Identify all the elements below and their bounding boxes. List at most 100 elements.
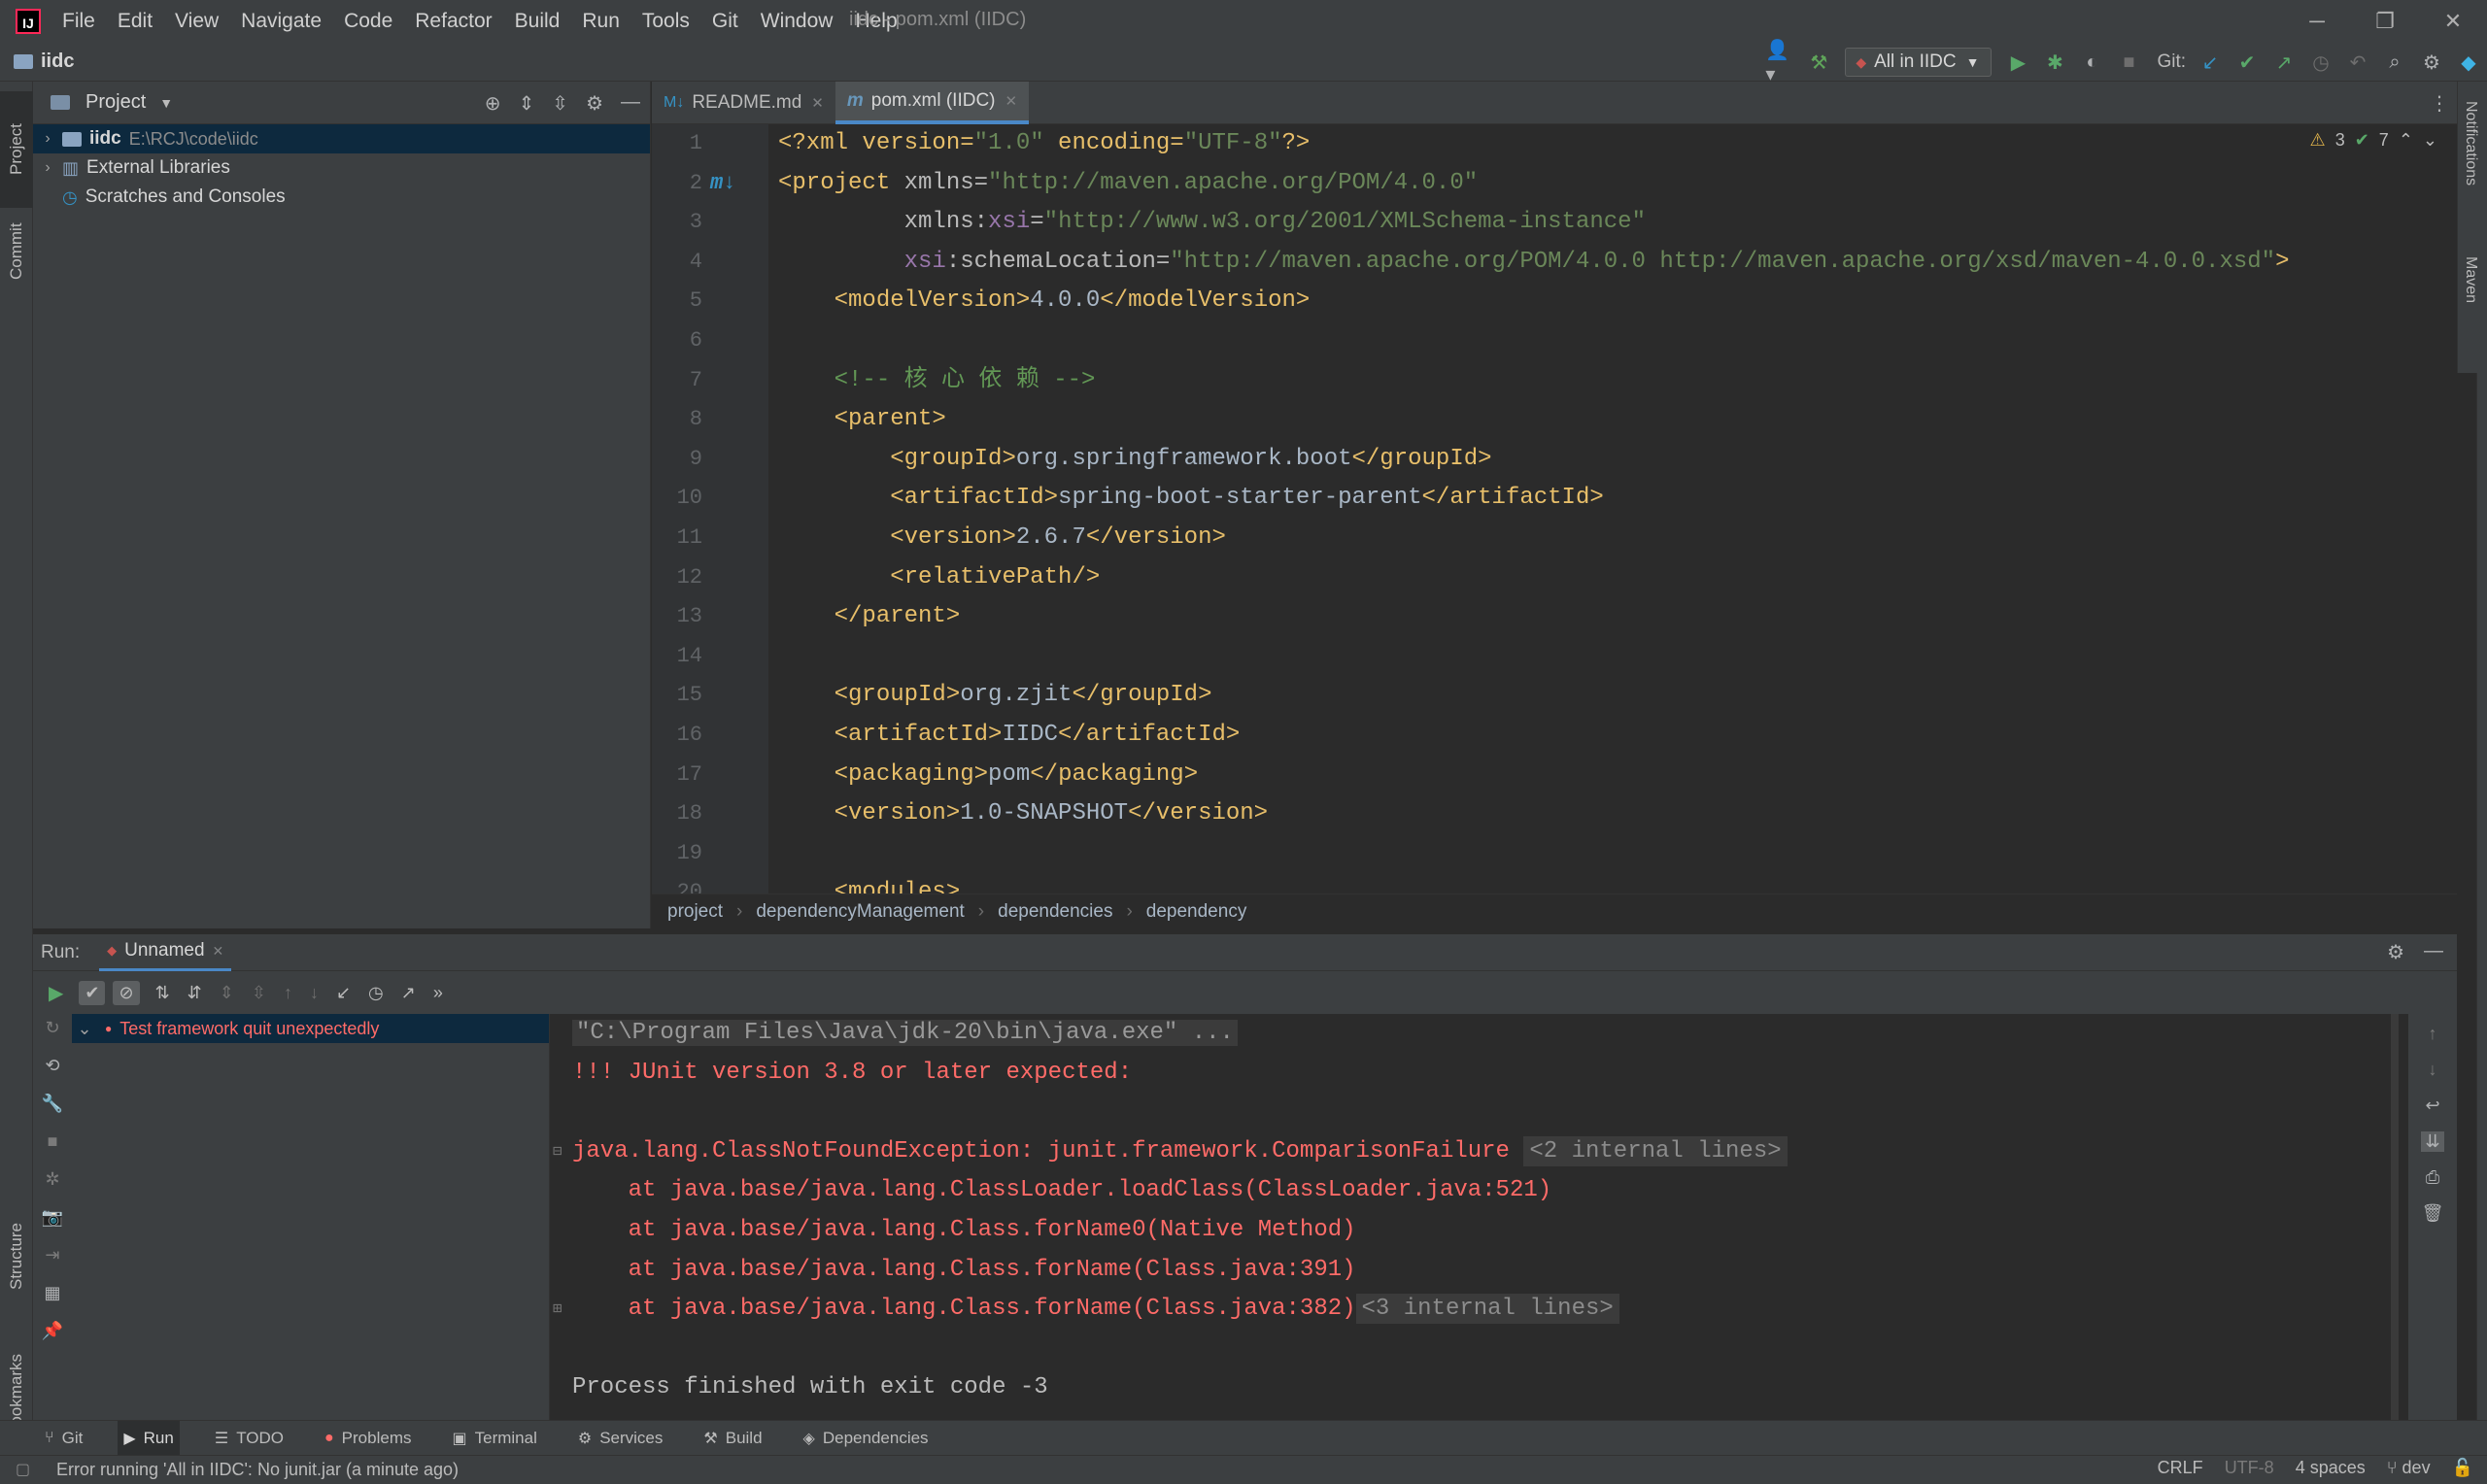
toggle-auto-test-icon[interactable]: ⟲ — [45, 1056, 59, 1076]
tool-tab-build[interactable]: ⚒ Build — [698, 1421, 767, 1456]
collapse-all-icon[interactable]: ⇳ — [552, 91, 568, 116]
tool-tab-run[interactable]: ▶ Run — [118, 1420, 180, 1456]
breadcrumb-item[interactable]: dependencyManagement — [756, 901, 964, 923]
camera-icon[interactable]: 📷 — [42, 1207, 63, 1228]
file-encoding[interactable]: UTF-8 — [2225, 1458, 2274, 1478]
locate-icon[interactable]: ⊕ — [485, 91, 501, 116]
jetbrains-ai-icon[interactable]: ◆ — [2452, 46, 2485, 79]
arrow-down-icon[interactable]: ↓ — [2429, 1060, 2437, 1080]
exit-icon[interactable]: ⇥ — [45, 1245, 59, 1265]
tool-tab-project[interactable]: Project — [0, 91, 33, 208]
chevron-right-icon[interactable]: › — [33, 130, 62, 148]
tool-tab-todo[interactable]: ☰ TODO — [209, 1421, 290, 1456]
maven-reload-icon[interactable]: m↓ — [710, 164, 735, 204]
run-configuration-select[interactable]: ◆ All in IIDC ▼ — [1845, 48, 1993, 77]
menu-run[interactable]: Run — [582, 10, 620, 33]
console-scrollbar[interactable] — [2391, 1014, 2399, 1420]
next-failed-icon[interactable]: ↓ — [310, 983, 319, 1003]
rerun-icon[interactable]: ▶ — [49, 981, 63, 1005]
menu-code[interactable]: Code — [344, 10, 392, 33]
chevron-up-icon[interactable]: ⌃ — [2399, 130, 2413, 151]
menu-build[interactable]: Build — [515, 10, 561, 33]
restore-icon[interactable]: ❐ — [2351, 0, 2419, 43]
menu-navigate[interactable]: Navigate — [241, 10, 322, 33]
breadcrumb-item[interactable]: project — [667, 901, 723, 923]
menu-tools[interactable]: Tools — [642, 10, 690, 33]
tool-tab-services[interactable]: ⚙ Services — [572, 1421, 669, 1456]
collapse-all-icon[interactable]: ⇳ — [252, 983, 266, 1003]
menu-window[interactable]: Window — [761, 10, 834, 33]
project-breadcrumb[interactable]: iidc — [14, 51, 74, 73]
wrench-icon[interactable]: 🔧 — [42, 1094, 63, 1114]
git-update-icon[interactable]: ↙ — [2194, 46, 2227, 79]
tool-tab-maven[interactable]: Maven — [2462, 256, 2479, 303]
pin-icon[interactable]: 📌 — [42, 1321, 63, 1341]
close-icon[interactable]: ✕ — [213, 943, 224, 960]
build-hammer-icon[interactable]: ⚒ — [1802, 46, 1835, 79]
inspection-widget[interactable]: ⚠ 3 ✔ 7 ⌃ ⌄ — [2310, 130, 2437, 151]
tool-tab-terminal[interactable]: ▣ Terminal — [446, 1421, 542, 1456]
gear-icon[interactable]: ⚙ — [586, 91, 603, 116]
lock-icon[interactable]: 🔓 — [2452, 1458, 2473, 1478]
minimize-icon[interactable]: ─ — [2283, 0, 2351, 43]
folded-lines[interactable]: <2 internal lines> — [1523, 1135, 1788, 1166]
tree-item-scratches[interactable]: ◷ Scratches and Consoles — [33, 183, 650, 212]
gear-icon[interactable]: ⚙ — [2387, 940, 2404, 964]
dump-threads-icon[interactable]: ✲ — [45, 1169, 59, 1190]
tool-tab-commit[interactable]: Commit — [0, 198, 33, 305]
tool-tab-git[interactable]: ⑂ Git — [39, 1421, 88, 1456]
print-icon[interactable]: ⎙ — [2426, 1167, 2439, 1188]
tab-pom-xml[interactable]: m pom.xml (IIDC) ✕ — [835, 82, 1030, 124]
hide-icon[interactable]: — — [2424, 940, 2443, 964]
run-console[interactable]: "C:\Program Files\Java\jdk-20\bin\java.e… — [551, 1014, 2408, 1420]
tool-tab-dependencies[interactable]: ◈ Dependencies — [798, 1421, 935, 1456]
folded-lines[interactable]: <3 internal lines> — [1355, 1294, 1619, 1325]
debug-icon[interactable]: ✱ — [2038, 46, 2071, 79]
menu-edit[interactable]: Edit — [118, 10, 153, 33]
scroll-to-end-icon[interactable]: ⇊ — [2421, 1131, 2444, 1152]
sort-alpha-icon[interactable]: ⇅ — [155, 983, 170, 1003]
hide-icon[interactable]: — — [621, 91, 640, 116]
soft-wrap-icon[interactable]: ↩ — [2425, 1096, 2439, 1116]
intellij-logo-icon[interactable]: IJ — [16, 9, 41, 34]
stop-icon[interactable]: ■ — [2112, 46, 2145, 79]
gear-icon[interactable]: ⚙ — [2415, 46, 2448, 79]
line-separator[interactable]: CRLF — [2158, 1458, 2203, 1478]
indent-setting[interactable]: 4 spaces — [2296, 1458, 2366, 1478]
tree-item-external-libraries[interactable]: › ▥ External Libraries — [33, 153, 650, 183]
import-tests-icon[interactable]: ↙ — [336, 983, 351, 1003]
search-icon[interactable]: ⌕ — [2378, 46, 2411, 79]
run-icon[interactable]: ▶ — [2001, 46, 2034, 79]
show-passed-icon[interactable]: ✔ — [79, 980, 106, 1005]
fold-icon[interactable]: ⊞ — [553, 1290, 562, 1330]
chevron-right-icon[interactable]: › — [33, 159, 62, 177]
git-branch[interactable]: ⑂ dev — [2387, 1458, 2431, 1478]
git-push-icon[interactable]: ↗ — [2267, 46, 2300, 79]
tool-tab-problems[interactable]: ● Problems — [319, 1421, 417, 1456]
test-history-icon[interactable]: ◷ — [368, 983, 384, 1003]
git-commit-icon[interactable]: ✔ — [2231, 46, 2264, 79]
coverage-icon[interactable]: ◐ — [2075, 46, 2108, 79]
rollback-icon[interactable]: ↶ — [2341, 46, 2374, 79]
chevron-down-icon[interactable]: ▼ — [159, 95, 173, 111]
status-message[interactable]: Error running 'All in IIDC': No junit.ja… — [56, 1460, 459, 1480]
previous-failed-icon[interactable]: ↑ — [284, 983, 292, 1003]
menu-git[interactable]: Git — [712, 10, 738, 33]
chevron-down-icon[interactable]: ⌄ — [2423, 130, 2437, 151]
export-icon[interactable]: ↗ — [401, 983, 416, 1003]
tool-tab-notifications[interactable]: Notifications — [2462, 101, 2479, 186]
menu-view[interactable]: View — [175, 10, 219, 33]
menu-refactor[interactable]: Refactor — [415, 10, 492, 33]
trash-icon[interactable]: 🗑 — [2422, 1203, 2444, 1224]
tree-item-iidc[interactable]: › iidc E:\RCJ\code\iidc — [33, 124, 650, 153]
menu-file[interactable]: File — [62, 10, 95, 33]
arrow-up-icon[interactable]: ↑ — [2429, 1024, 2437, 1044]
run-tab-unnamed[interactable]: ◆ Unnamed ✕ — [99, 934, 232, 971]
code-editor[interactable]: ⚠ 3 ✔ 7 ⌃ ⌄ <?xml version="1.0" encoding="U… — [768, 124, 2457, 894]
status-toggle-icon[interactable]: ▢ — [16, 1460, 30, 1479]
test-tree-item[interactable]: ⌄ ● Test framework quit unexpectedly — [72, 1014, 549, 1043]
layout-icon[interactable]: ▦ — [44, 1283, 60, 1303]
show-ignored-icon[interactable]: ⊘ — [113, 980, 140, 1005]
breadcrumb-item[interactable]: dependency — [1146, 901, 1247, 923]
close-icon[interactable]: ✕ — [2419, 0, 2487, 43]
